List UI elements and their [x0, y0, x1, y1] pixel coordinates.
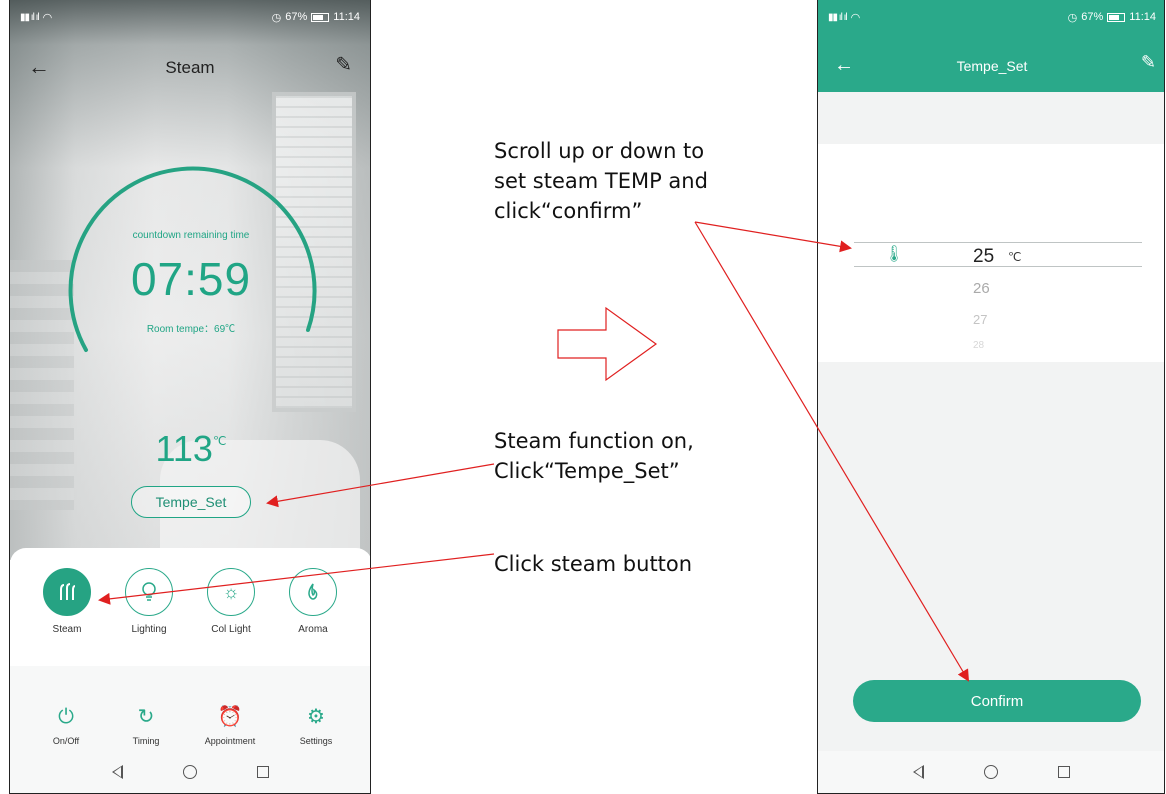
signal-icon: ▮▮ ıl ıl	[828, 11, 848, 23]
room-temperature: Room tempe：69℃	[146, 324, 236, 335]
picker-option[interactable]: 26	[973, 280, 990, 297]
left-phone-screen: ▮▮ ıl ıl ◠ ◷ 67% 11:14 ← Steam ✎ countdo…	[9, 0, 371, 794]
picker-option[interactable]: 28	[973, 340, 984, 351]
settings-label: Settings	[299, 736, 333, 746]
nav-home-icon[interactable]	[983, 765, 998, 779]
annotation-line: Scroll up or down to	[494, 139, 705, 163]
thermometer-icon: 🌡	[884, 246, 905, 263]
nav-back-icon[interactable]	[912, 765, 924, 779]
edit-icon[interactable]: ✎	[1141, 52, 1156, 73]
bulb-icon	[125, 568, 173, 616]
picker-unit: ℃	[1008, 250, 1022, 264]
annotation-tempe-set: Steam function on, Click“Tempe_Set”	[494, 426, 794, 486]
appointment-button[interactable]: ⏰ Appointment	[190, 704, 270, 746]
nav-recent-icon[interactable]	[1057, 766, 1070, 778]
status-right: ◷ 67% 11:14	[272, 11, 360, 24]
timing-label: Timing	[132, 736, 160, 746]
picker-option[interactable]: 27	[973, 312, 987, 327]
annotation-steam-button: Click steam button	[494, 549, 794, 579]
steam-icon	[43, 568, 91, 616]
wifi-icon: ◠	[850, 11, 861, 24]
app-header: ← Tempe_Set ✎	[818, 48, 1164, 84]
timer-icon: ↻	[137, 706, 155, 728]
battery-icon	[311, 12, 330, 22]
countdown-label: countdown remaining time	[132, 230, 250, 241]
annotation-line: click“confirm”	[494, 199, 643, 223]
appointment-label: Appointment	[204, 736, 256, 746]
signal-icon: ▮▮ ıl ıl	[20, 11, 40, 23]
alarm-clock-icon: ⏰	[217, 706, 243, 728]
timing-button[interactable]: ↻ Timing	[106, 704, 186, 746]
set-temperature: 113℃	[10, 428, 370, 470]
transition-arrow	[557, 306, 658, 382]
right-phone-screen: ▮▮ ıl ıl ◠ ◷ 67% 11:14 ← Tempe_Set ✎ 🌡 2…	[817, 0, 1165, 794]
app-header: ← Steam ✎	[10, 44, 370, 90]
tempe-set-button[interactable]: Tempe_Set	[131, 486, 251, 518]
signal-indicators: ▮▮ ıl ıl ◠	[20, 11, 52, 24]
tempe-set-body	[818, 92, 1164, 752]
on-off-label: On/Off	[52, 736, 80, 746]
annotation-scroll-temp: Scroll up or down to set steam TEMP and …	[494, 136, 794, 226]
status-right: ◷ 67% 11:14	[1068, 11, 1156, 24]
annotation-line: Steam function on,	[494, 429, 694, 453]
status-bar: ▮▮ ıl ıl ◠ ◷ 67% 11:14	[818, 0, 1164, 34]
picker-line-top	[854, 242, 1142, 243]
alarm-icon: ◷	[1067, 11, 1078, 24]
picker-selected-value: 25	[973, 246, 995, 267]
annotation-line: Click steam button	[494, 552, 693, 576]
nav-recent-icon[interactable]	[256, 766, 269, 778]
app-header-bar: ▮▮ ıl ıl ◠ ◷ 67% 11:14 ← Tempe_Set ✎	[818, 0, 1164, 92]
edit-icon[interactable]: ✎	[335, 52, 352, 77]
control-panel: ⏻ On/Off ↻ Timing ⏰ Appointment ⚙ Settin…	[10, 666, 370, 752]
settings-button[interactable]: ⚙ Settings	[276, 704, 356, 746]
battery-icon	[1107, 12, 1126, 22]
gear-icon: ⚙	[307, 706, 325, 728]
col-light-button[interactable]: ☼ Col Light	[196, 568, 266, 635]
on-off-button[interactable]: ⏻ On/Off	[26, 704, 106, 746]
set-temperature-unit: ℃	[212, 434, 227, 448]
aroma-label: Aroma	[298, 624, 328, 635]
clock: 11:14	[333, 11, 360, 23]
steam-label: Steam	[52, 624, 82, 635]
annotation-line: Click“Tempe_Set”	[494, 459, 680, 483]
alarm-icon: ◷	[271, 11, 282, 24]
lighting-label: Lighting	[131, 624, 167, 635]
power-icon: ⏻	[58, 706, 74, 728]
page-title: Steam	[165, 58, 215, 77]
system-nav-bar	[10, 751, 370, 793]
battery-percent: 67%	[285, 11, 308, 23]
lighting-button[interactable]: Lighting	[114, 568, 184, 635]
system-nav-bar	[818, 751, 1164, 793]
steam-button[interactable]: Steam	[32, 568, 102, 635]
status-bar: ▮▮ ıl ıl ◠ ◷ 67% 11:14	[10, 0, 370, 34]
signal-indicators: ▮▮ ıl ıl ◠	[828, 11, 860, 24]
function-panel: Steam Lighting ☼ Col Light Aroma	[10, 548, 370, 666]
confirm-button[interactable]: Confirm	[853, 680, 1141, 722]
nav-back-icon[interactable]	[111, 765, 123, 779]
wifi-icon: ◠	[42, 11, 53, 24]
annotation-line: set steam TEMP and	[494, 169, 708, 193]
battery-percent: 67%	[1081, 11, 1104, 23]
sun-icon: ☼	[207, 568, 255, 616]
nav-home-icon[interactable]	[182, 765, 197, 779]
aroma-button[interactable]: Aroma	[278, 568, 348, 635]
page-title: Tempe_Set	[956, 58, 1028, 74]
col-light-label: Col Light	[211, 624, 251, 635]
countdown-time: 07:59	[130, 253, 252, 305]
flame-icon	[289, 568, 337, 616]
picker-line-bottom	[854, 266, 1142, 267]
clock: 11:14	[1129, 11, 1156, 23]
set-temperature-value: 113	[155, 428, 213, 469]
